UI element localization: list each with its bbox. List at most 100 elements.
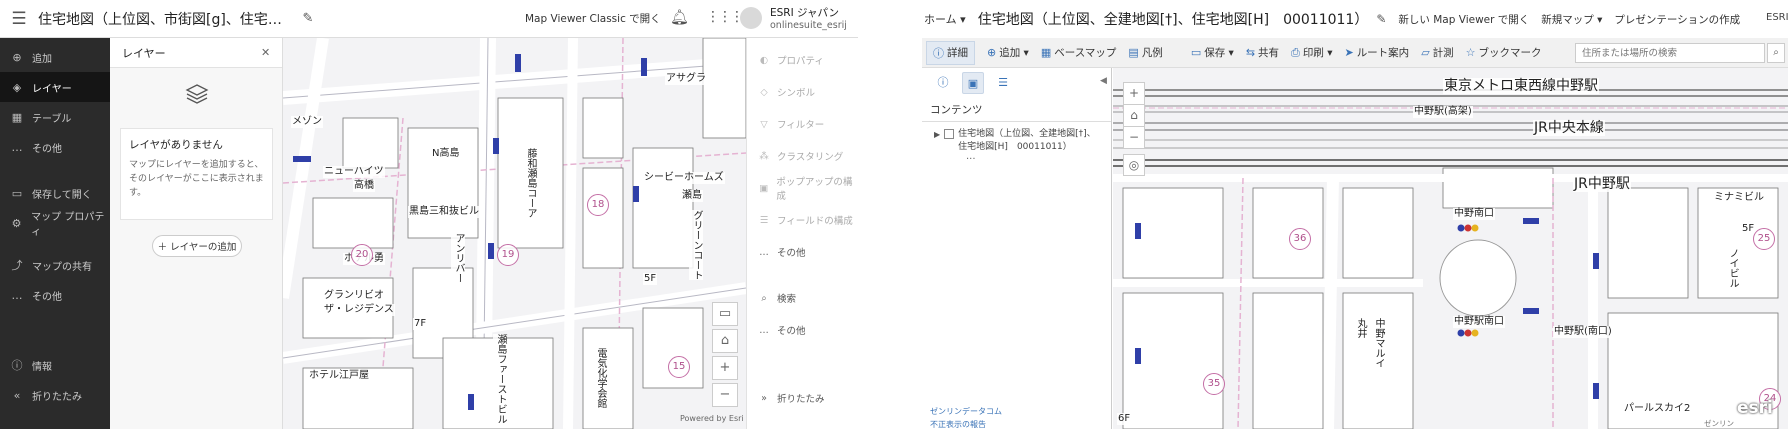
map-block-number: 35: [1203, 373, 1225, 395]
app-launcher-icon[interactable]: ⋮⋮⋮: [706, 9, 744, 25]
provider-link[interactable]: ゼンリンデータコム: [930, 406, 1002, 417]
tool-more-bottom[interactable]: … その他: [747, 314, 858, 346]
tool-collapse[interactable]: » 折りたたみ: [747, 382, 858, 414]
user-menu[interactable]: ESRI ▾: [1766, 12, 1788, 23]
map-label: 6F: [1117, 413, 1132, 425]
map-label: 中野マルイ: [1371, 318, 1385, 368]
open-new-viewer-link[interactable]: 新しい Map Viewer で開く: [1398, 12, 1529, 27]
map-label: 東京メトロ東西線中野駅: [1443, 78, 1599, 94]
tool-popups[interactable]: ▣ ポップアップの構成: [747, 172, 858, 204]
locate-icon[interactable]: ◎: [1123, 154, 1145, 176]
map-label: 5F: [643, 273, 658, 285]
nav-info[interactable]: ⓘ 情報: [0, 350, 110, 380]
layer-visibility-checkbox[interactable]: [944, 129, 955, 139]
nav-share-map[interactable]: ⤴ マップの共有: [0, 250, 110, 280]
layer-name: 住宅地図（上位図、全建地図[†]、住宅地図[H] 00011011）: [958, 129, 1096, 152]
tool-symbology[interactable]: ◇ シンボル: [747, 76, 858, 108]
nav-more-bottom[interactable]: … その他: [0, 280, 110, 310]
side-nav: ⊕ 追加 ◈ レイヤー ▦ テーブル … その他 ▭ 保存して開く ⚙ マップ プロパティ …: [0, 38, 110, 429]
settings-toolbar: ◐ プロパティ ◇ シンボル ▽ フィルター ⁂ クラスタリング ▣ ポップアップの構成 …: [746, 38, 858, 429]
tool-more-top[interactable]: … その他: [747, 236, 858, 268]
nav-tables[interactable]: ▦ テーブル: [0, 102, 110, 132]
map-label: 高橋: [353, 180, 375, 192]
map-label: ザ・レジデンス: [323, 304, 395, 316]
zoom-in-icon[interactable]: +: [1123, 82, 1145, 104]
map-label: 中野駅南口: [1453, 316, 1505, 328]
notification-icon[interactable]: 🔔︎: [670, 8, 689, 26]
nav-add[interactable]: ⊕ 追加: [0, 42, 110, 72]
close-icon[interactable]: ✕: [261, 46, 270, 59]
new-map-menu[interactable]: 新規マップ ▾: [1541, 12, 1602, 27]
nav-more-top[interactable]: … その他: [0, 132, 110, 162]
layers-panel: レイヤー ✕ レイヤがありません マップにレイヤーを追加すると、そのレイヤーがこ…: [110, 38, 283, 429]
basemap-icon: ▦: [1040, 46, 1052, 59]
legend-tab-icon[interactable]: ☰: [992, 72, 1014, 94]
map-label: パールスカイ2: [1623, 403, 1692, 415]
search-icon[interactable]: ⌕: [1767, 43, 1785, 63]
map-label: 瀬島ファーストビル: [493, 334, 507, 424]
legend-button[interactable]: ▤ 凡例: [1128, 45, 1162, 60]
nav-label: 保存して開く: [32, 189, 92, 201]
expand-arrow-icon[interactable]: ▶: [934, 130, 940, 154]
nav-layers[interactable]: ◈ レイヤー: [0, 72, 110, 102]
tool-clustering[interactable]: ⁂ クラスタリング: [747, 140, 858, 172]
open-classic-link[interactable]: Map Viewer Classic で開く: [525, 11, 661, 26]
more-icon: …: [759, 324, 769, 336]
user-name[interactable]: ESRI ジャパン: [770, 5, 839, 20]
home-menu[interactable]: ホーム ▾: [924, 11, 966, 27]
directions-button[interactable]: ➤ ルート案内: [1344, 45, 1409, 60]
map-canvas[interactable]: アサグラ ニューハイツ 高橋 N高島 黒島三和抜ビル ホテル勇 グランリビオ ザ…: [283, 38, 746, 429]
tool-label: フィルター: [777, 120, 825, 131]
tool-fields[interactable]: ☰ フィールドの構成: [747, 204, 858, 236]
share-button[interactable]: ⇆ 共有: [1246, 45, 1279, 60]
bookmarks-button[interactable]: ☆ ブックマーク: [1466, 45, 1542, 60]
gear-icon: ⚙: [11, 216, 22, 230]
measure-button[interactable]: ▱ 計測: [1421, 45, 1453, 60]
zoom-out-icon[interactable]: −: [712, 383, 738, 407]
toolbar-label: 詳細: [947, 47, 968, 59]
tool-properties[interactable]: ◐ プロパティ: [747, 44, 858, 76]
basemap-button[interactable]: ▦ ベースマップ: [1041, 45, 1117, 60]
add-layer-button[interactable]: ＋ レイヤーの追加: [152, 235, 242, 257]
directions-icon: ➤: [1344, 46, 1354, 59]
map-block-number: 25: [1753, 228, 1775, 250]
map-widgets: ▭ ⌂ + −: [712, 302, 740, 410]
details-button[interactable]: ⓘ 詳細: [926, 40, 975, 65]
collapse-sidebar-icon[interactable]: ◀: [1100, 76, 1107, 86]
add-button[interactable]: ⊕ 追加 ▾: [987, 45, 1029, 60]
zoom-out-icon[interactable]: −: [1123, 126, 1145, 148]
nav-label: マップ プロパティ: [31, 212, 105, 238]
layer-item[interactable]: ▶ 住宅地図（上位図、全建地図[†]、住宅地図[H] 00011011）: [922, 122, 1111, 154]
create-presentation-link[interactable]: プレゼンテーションの作成: [1614, 12, 1740, 27]
print-button[interactable]: ⎙ 印刷 ▾: [1291, 45, 1332, 60]
content-tab-icon[interactable]: ▣: [962, 72, 984, 94]
about-tab-icon[interactable]: ⓘ: [932, 72, 954, 94]
zoom-in-icon[interactable]: +: [712, 356, 738, 380]
nav-map-properties[interactable]: ⚙ マップ プロパティ: [0, 208, 110, 238]
edit-title-icon[interactable]: ✎: [1376, 12, 1386, 26]
tool-search[interactable]: ⌕ 検索: [747, 282, 858, 314]
toolbar-label: 計測: [1432, 47, 1454, 59]
sidebar-tabs: ⓘ ▣ ☰: [922, 68, 1111, 98]
map-attribution[interactable]: ゼンリン: [1704, 418, 1734, 429]
map-label: グランリビオ: [323, 290, 385, 302]
map-attribution[interactable]: Powered by Esri: [680, 414, 744, 423]
save-button[interactable]: ▭ 保存 ▾: [1191, 45, 1234, 60]
nav-save-open[interactable]: ▭ 保存して開く: [0, 178, 110, 208]
menu-icon[interactable]: ☰: [0, 9, 38, 29]
search-input[interactable]: [1575, 43, 1765, 63]
map-canvas[interactable]: 東京メトロ東西線中野駅 JR中央本線 JR中野駅 中野駅(高架) 中野南口 中野…: [1113, 68, 1788, 429]
home-icon[interactable]: ⌂: [1123, 104, 1145, 126]
fields-icon: ☰: [759, 214, 769, 226]
layer-options-icon[interactable]: ···: [922, 154, 1111, 165]
legend-icon[interactable]: ▭: [712, 302, 738, 326]
report-link[interactable]: 不正表示の報告: [930, 419, 986, 429]
tool-filter[interactable]: ▽ フィルター: [747, 108, 858, 140]
avatar[interactable]: [740, 7, 762, 29]
nav-label: 追加: [32, 53, 52, 65]
home-icon[interactable]: ⌂: [712, 329, 738, 353]
edit-title-icon[interactable]: ✎: [293, 11, 323, 26]
classic-header: ホーム ▾ 住宅地図（上位図、全建地図[†]、住宅地図[H] 00011011）…: [922, 0, 1788, 38]
layers-icon: ◈: [12, 80, 22, 94]
nav-collapse[interactable]: « 折りたたみ: [0, 380, 110, 410]
